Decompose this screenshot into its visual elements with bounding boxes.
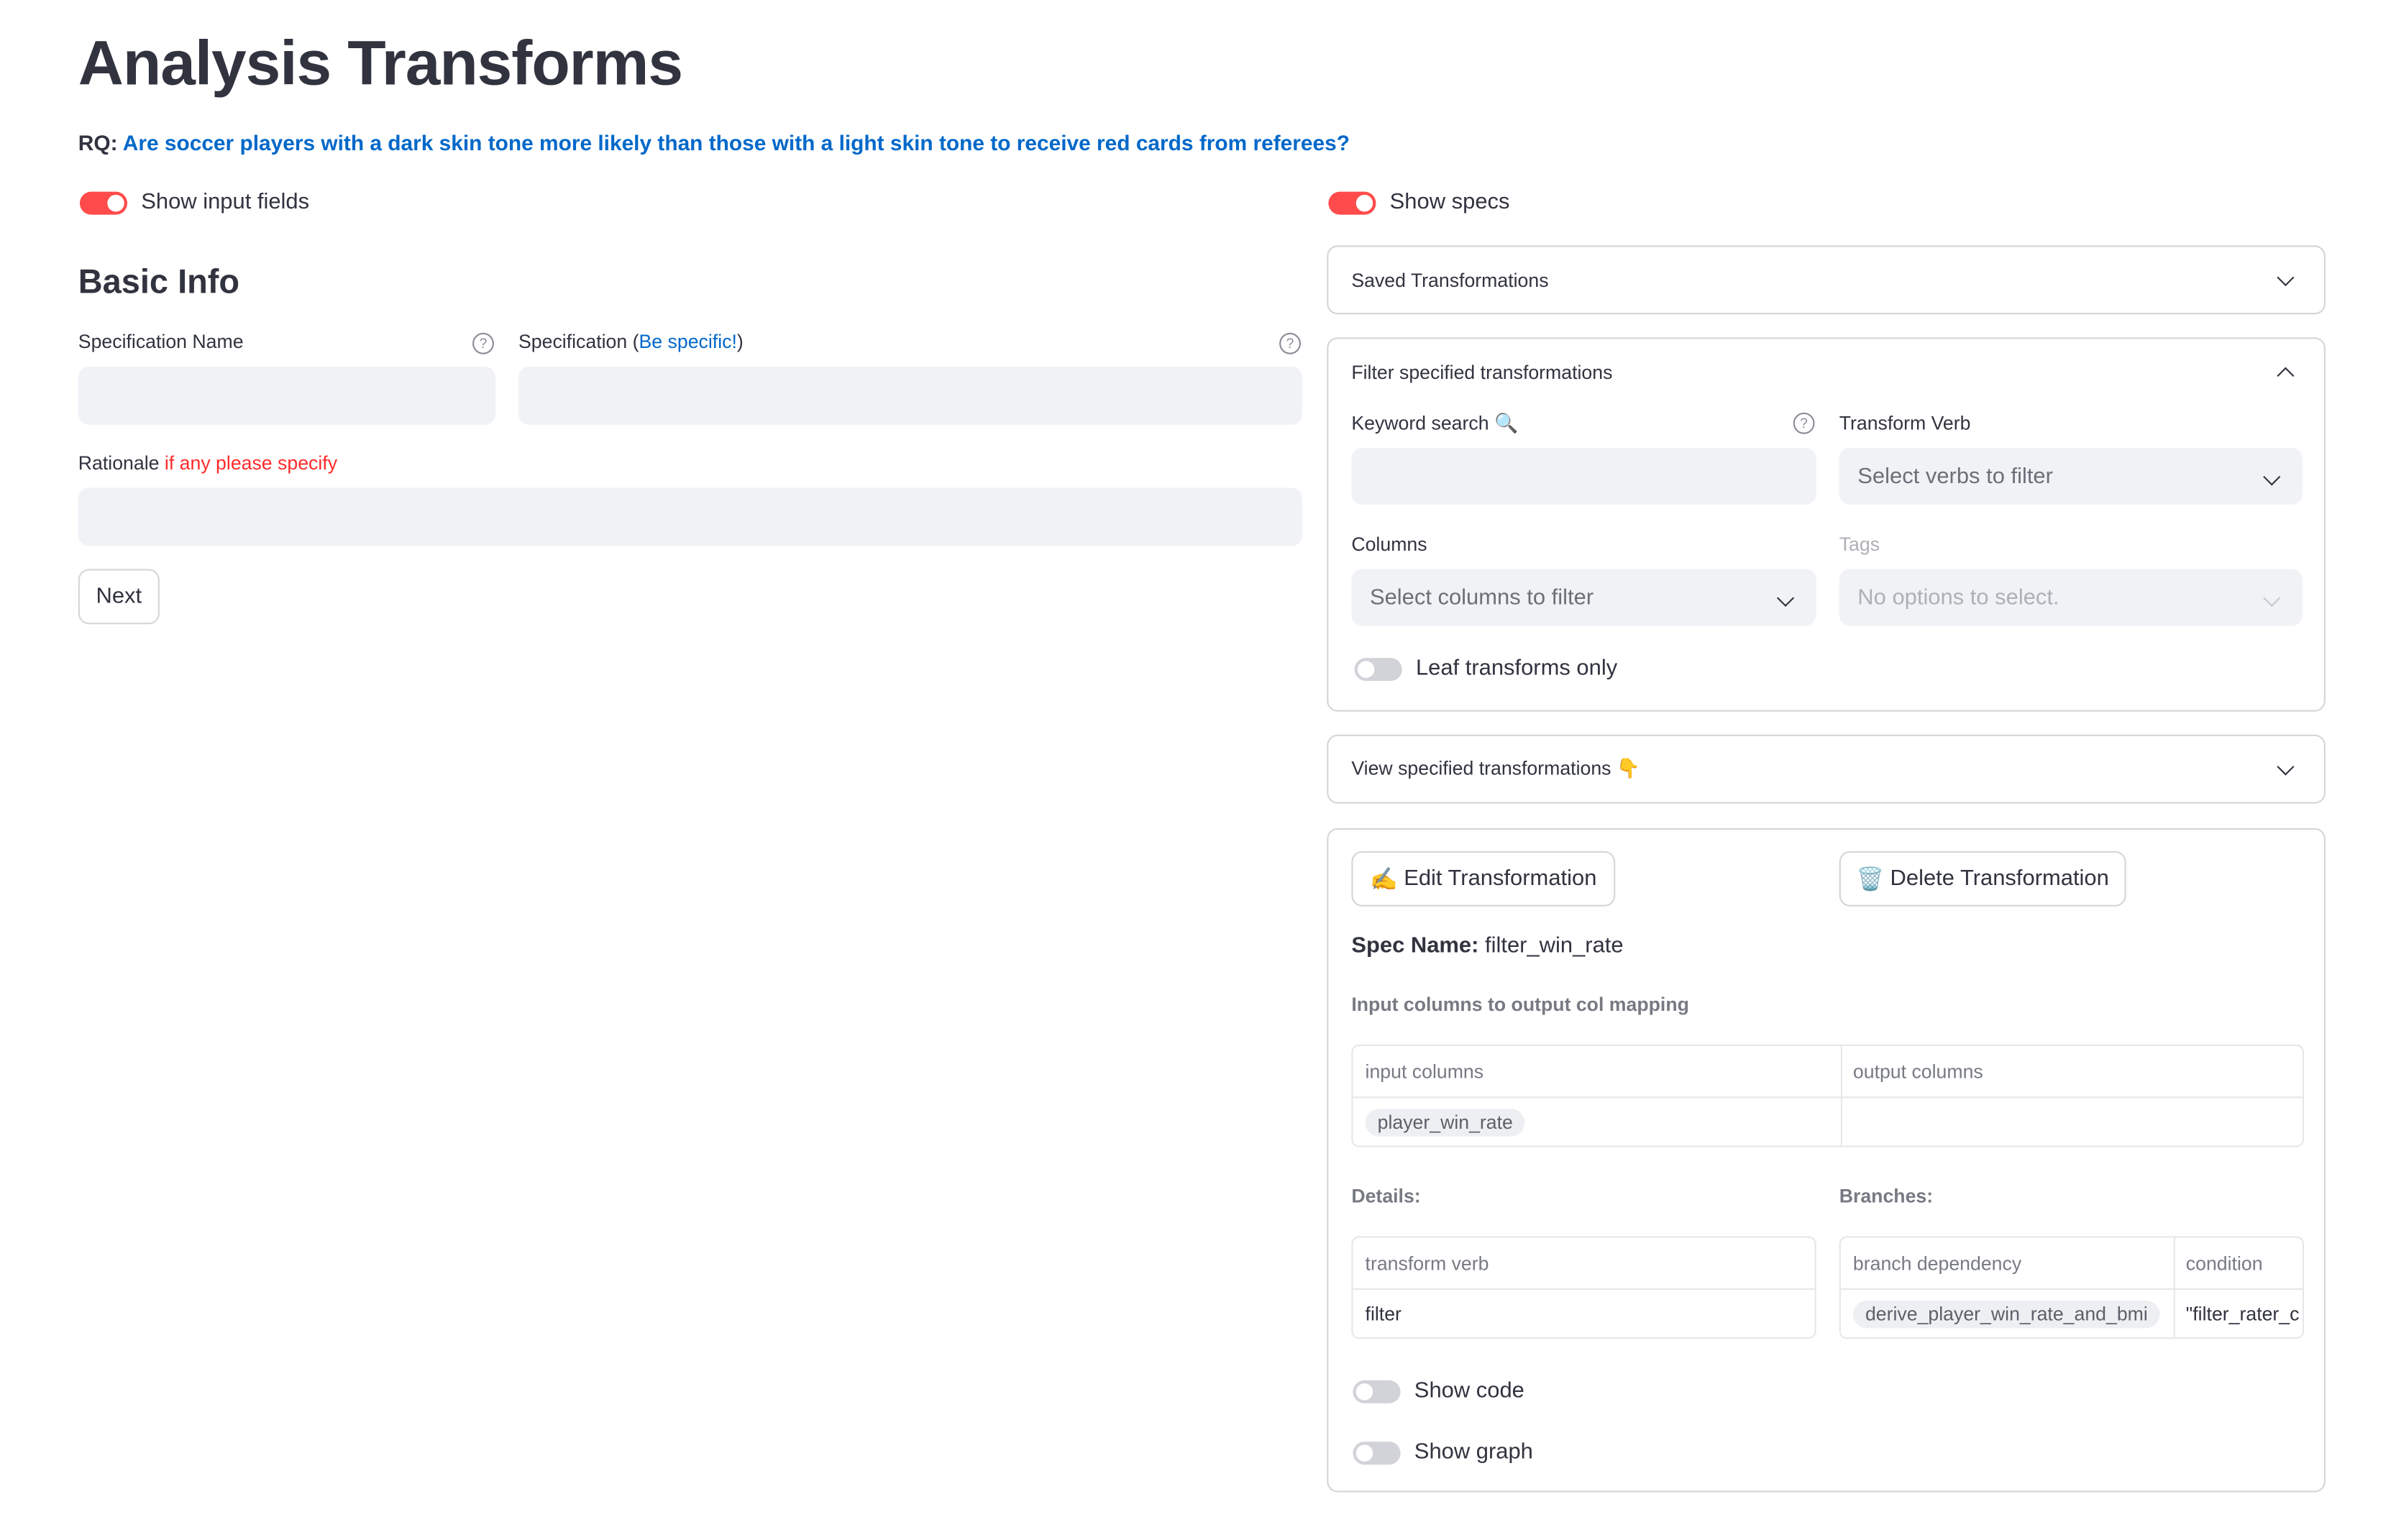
mapping-table: input columns output columns player_win_… [1351,1044,2305,1147]
transform-verb-select[interactable]: Select verbs to filter [1839,447,2303,505]
tags-label: Tags [1839,533,1880,556]
chevron-down-icon [1776,588,1795,606]
select-placeholder: Select verbs to filter [1857,464,2053,489]
toggle-switch[interactable] [1353,1441,1401,1465]
spec-name-label: Specification Name [78,331,244,353]
tags-select: No options to select. [1839,569,2303,626]
delete-transformation-button[interactable]: 🗑️ Delete Transformation [1839,851,2126,907]
expander-title[interactable]: Filter specified transformations [1351,362,1612,383]
column-header[interactable]: input columns [1353,1046,1840,1096]
toggle-label: Leaf transforms only [1415,656,1618,682]
table-cell[interactable]: player_win_rate [1353,1096,1840,1145]
chevron-down-icon [2263,467,2281,485]
specification-input[interactable] [518,366,1303,425]
chevron-down-icon [2277,758,2295,776]
filter-transformations-expander: Filter specified transformations Keyword… [1327,337,2326,712]
toggle-switch[interactable] [1354,657,1402,681]
rq-text: Are soccer players with a dark skin tone… [122,130,1350,155]
keyword-search-label: Keyword search 🔍 [1351,413,1518,436]
details-table: transform verb filter [1351,1236,1816,1339]
details-label: Details: [1351,1185,1421,1207]
spec-label-suffix: ) [736,331,744,353]
magnifier-icon: 🔍 [1494,412,1519,434]
columns-label: Columns [1351,533,1427,556]
saved-transformations-expander[interactable]: Saved Transformations [1327,245,2326,315]
table-cell[interactable] [1841,1096,2303,1145]
spec-name-label: Spec Name: [1351,934,1479,959]
help-icon[interactable]: ? [1793,412,1815,434]
keyword-search-input[interactable] [1351,447,1816,505]
show-input-fields-toggle[interactable]: Show input fields [79,190,310,215]
button-label: Delete Transformation [1890,866,2109,892]
expander-title-text: View specified transformations [1351,757,1611,779]
keyword-label-text: Keyword search [1351,412,1489,434]
pointing-down-icon: 👇 [1616,757,1641,779]
columns-select[interactable]: Select columns to filter [1351,569,1816,626]
select-placeholder: No options to select. [1857,585,2059,610]
branch-pill: derive_player_win_rate_and_bmi [1852,1299,2160,1328]
show-code-toggle[interactable]: Show code [1353,1379,1524,1403]
next-button[interactable]: Next [78,569,160,625]
rationale-label-text: Rationale [78,452,160,475]
expander-title: Saved Transformations [1351,270,1549,292]
writing-hand-icon: ✍️ [1370,867,1398,892]
table-cell[interactable]: "filter_rater_c [2174,1288,2303,1337]
trash-icon: 🗑️ [1856,867,1885,892]
rationale-input[interactable] [78,487,1303,546]
help-icon[interactable]: ? [1279,332,1301,354]
research-question: RQ: Are soccer players with a dark skin … [78,130,1350,155]
transformation-detail-panel: ✍️ Edit Transformation 🗑️ Delete Transfo… [1327,828,2326,1493]
toggle-switch[interactable] [1328,191,1376,214]
column-header[interactable]: transform verb [1353,1237,1814,1288]
branches-label: Branches: [1839,1185,1934,1207]
leaf-transforms-toggle[interactable]: Leaf transforms only [1354,656,1618,682]
show-specs-toggle[interactable]: Show specs [1328,191,1509,215]
section-title-basic-info: Basic Info [78,262,240,301]
spec-name-input[interactable] [78,366,496,425]
select-placeholder: Select columns to filter [1369,585,1594,610]
view-specified-expander[interactable]: View specified transformations 👇 [1327,734,2326,804]
be-specific-link: Be specific! [639,331,737,353]
toggle-label: Show code [1414,1378,1524,1403]
spec-label-prefix: Specification ( [518,331,639,353]
chevron-up-icon[interactable] [2277,367,2295,385]
edit-transformation-button[interactable]: ✍️ Edit Transformation [1351,851,1616,907]
toggle-label: Show specs [1389,190,1510,215]
transform-verb-label: Transform Verb [1839,412,1971,434]
table-cell[interactable]: filter [1353,1288,1814,1337]
chevron-down-icon [2263,588,2281,606]
button-label: Edit Transformation [1404,866,1597,892]
toggle-switch[interactable] [1353,1379,1401,1403]
spec-name-value: filter_win_rate [1485,934,1624,959]
toggle-label: Show graph [1414,1440,1533,1465]
expander-title: View specified transformations 👇 [1351,758,1640,781]
column-header[interactable]: output columns [1841,1046,2303,1096]
show-graph-toggle[interactable]: Show graph [1353,1440,1533,1465]
spec-label: Specification (Be specific!) [518,331,744,353]
toggle-switch[interactable] [79,191,128,214]
branches-table: branch dependency condition derive_playe… [1839,1236,2305,1339]
rq-label: RQ: [78,130,118,155]
mapping-title: Input columns to output col mapping [1351,994,1689,1016]
column-pill: player_win_rate [1365,1108,1525,1136]
chevron-down-icon [2277,269,2295,287]
column-header[interactable]: branch dependency [1841,1237,2174,1288]
help-icon[interactable]: ? [472,332,494,354]
page-title: Analysis Transforms [78,27,683,98]
table-cell[interactable]: derive_player_win_rate_and_bmi [1841,1288,2174,1337]
toggle-label: Show input fields [141,190,310,215]
column-header[interactable]: condition [2174,1237,2303,1288]
rationale-label: Rationale if any please specify [78,452,337,474]
rationale-hint: if any please specify [164,452,338,475]
spec-name: Spec Name: filter_win_rate [1351,934,1623,958]
